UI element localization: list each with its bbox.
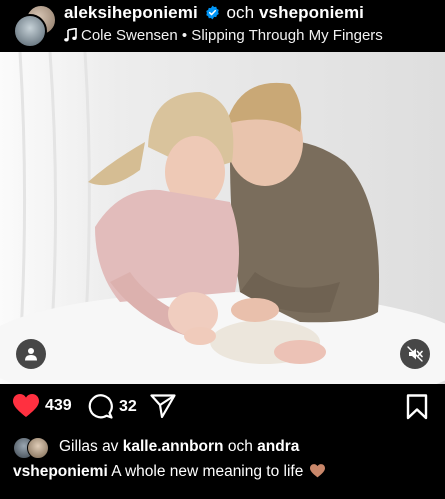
caption-username[interactable]: vsheponiemi xyxy=(13,463,108,480)
username-collab[interactable]: vsheponiemi xyxy=(259,3,364,22)
author-joiner: och xyxy=(226,3,255,22)
post-photo[interactable] xyxy=(0,52,445,384)
tagged-people-button[interactable] xyxy=(16,339,46,369)
post-caption: vsheponiemi A whole new meaning to life xyxy=(13,463,325,481)
music-info[interactable]: Cole Swensen • Slipping Through My Finge… xyxy=(64,27,383,44)
avatar-vsheponiemi[interactable] xyxy=(13,14,47,48)
like-button[interactable]: 439 xyxy=(13,394,72,418)
caption-text: A whole new meaning to life xyxy=(111,463,304,480)
save-button[interactable] xyxy=(406,394,428,420)
share-button[interactable] xyxy=(150,394,176,418)
action-bar: 439 32 xyxy=(0,394,445,424)
liked-by-line[interactable]: Gillas av kalle.annborn och andra xyxy=(13,436,299,459)
liked-by-joiner: och xyxy=(227,438,253,455)
speaker-muted-icon xyxy=(407,346,423,362)
send-paper-plane-icon xyxy=(150,394,176,418)
family-photo-illustration xyxy=(0,52,445,384)
music-note-icon xyxy=(64,27,77,42)
verified-badge-icon xyxy=(205,5,219,20)
comment-button[interactable]: 32 xyxy=(88,394,137,419)
mute-button[interactable] xyxy=(400,339,430,369)
liker-username[interactable]: kalle.annborn xyxy=(123,438,224,456)
username-primary[interactable]: aleksiheponiemi xyxy=(64,3,198,22)
person-icon xyxy=(25,348,37,361)
bookmark-icon xyxy=(406,394,428,420)
heart-filled-icon xyxy=(13,394,39,417)
brown-heart-emoji-icon xyxy=(309,464,325,478)
liked-by-prefix: Gillas av xyxy=(59,438,119,455)
like-count[interactable]: 439 xyxy=(45,397,72,415)
music-track: Cole Swensen • Slipping Through My Finge… xyxy=(81,27,383,44)
avatar xyxy=(27,437,49,459)
comment-bubble-icon xyxy=(88,394,113,419)
author-line: aleksiheponiemi och vsheponiemi xyxy=(64,3,364,23)
liker-avatars xyxy=(13,436,51,459)
collab-avatars[interactable] xyxy=(13,4,57,48)
comment-count[interactable]: 32 xyxy=(119,398,137,416)
liked-by-others[interactable]: andra xyxy=(257,438,299,456)
post-header: aleksiheponiemi och vsheponiemi Cole Swe… xyxy=(0,0,445,52)
